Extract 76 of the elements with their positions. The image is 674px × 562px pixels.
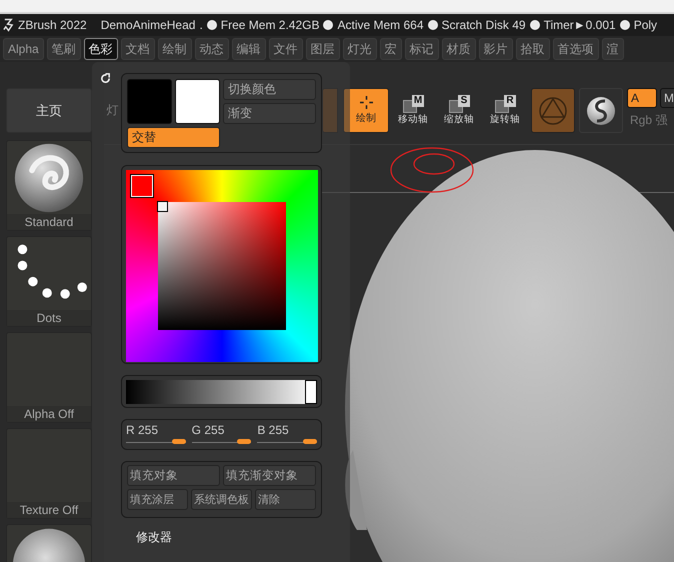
tile-label: Texture Off [7,502,91,518]
status-dot-icon [428,20,438,30]
toolbar-button[interactable]: 灯 [105,88,120,133]
separator-dot: . [199,18,203,32]
slider-thumb[interactable] [172,439,186,444]
modifiers-label[interactable]: 修改器 [136,529,172,546]
status-text: Free Mem 2.42GB [220,18,320,32]
fill-button[interactable]: 清除 [255,489,316,510]
status-text: Active Mem 664 [337,18,424,32]
primary-color-swatch[interactable] [127,79,172,124]
picker-handle[interactable] [157,201,168,212]
status-text: Timer►0.001 [544,18,616,32]
mode-toggle[interactable]: M [660,88,674,108]
panel-button[interactable]: 切换颜色 [223,79,316,100]
axis-button[interactable]: R 旋转轴 [483,88,527,133]
menu-tab[interactable]: 色彩 [84,38,118,60]
menu-tab[interactable]: 编辑 [232,38,266,60]
menu-tab[interactable]: 文档 [120,38,155,60]
tile-label: Alpha Off [7,406,91,422]
menu-tab[interactable]: 灯光 [342,38,377,60]
menu-tab[interactable]: 文件 [268,38,303,60]
tool-tile[interactable]: Alpha Off [6,332,92,423]
status-dot-icon [530,20,540,30]
status-text: Poly [634,18,658,32]
axis-button[interactable]: M 移动轴 [391,88,435,133]
fill-button[interactable]: 填充渐变对象 [223,465,316,486]
menu-tab[interactable]: 标记 [404,38,439,60]
slider-thumb[interactable] [303,439,318,444]
menu-tab[interactable]: 影片 [478,38,513,60]
channel-value: R 255 [126,423,160,437]
menu-tab[interactable]: 拾取 [516,38,550,60]
brightness-slider[interactable] [126,380,317,404]
menu-tab[interactable]: 绘制 [158,38,192,60]
menu-tab[interactable]: 首选项 [552,38,599,60]
menu-tab[interactable]: 图层 [306,38,340,60]
draw-button[interactable]: 绘制 [343,88,389,133]
status-dot-icon [206,20,217,30]
rgb-intensity-label: Rgb 强 [629,112,668,129]
document-name: DemoAnimeHead [100,18,196,32]
status-dot-icon [620,20,630,30]
brush-cursor-icon [390,147,474,193]
panel-button[interactable]: 渐变 [223,103,316,124]
s-sphere-icon [586,96,616,126]
menu-tab[interactable]: Alpha [3,38,44,60]
menu-tab[interactable]: 宏 [380,38,402,60]
logo-icon [3,18,14,32]
fill-button[interactable]: 填充对象 [127,465,220,486]
tool-tile[interactable]: Standard [6,140,92,231]
triangle-sphere-icon [538,96,568,126]
axis-button[interactable]: S 缩放轴 [437,88,481,133]
tile-label: Standard [7,214,91,230]
material-button[interactable] [579,88,623,133]
menu-tab[interactable]: 渲 [602,38,624,60]
status-text: Scratch Disk 49 [442,18,526,32]
fill-button[interactable]: 系统调色板 [191,489,252,510]
app-title: ZBrush 2022 [18,18,87,32]
tool-tile[interactable]: Texture Off [6,428,92,519]
menu-tab[interactable]: 动态 [194,38,229,60]
slider-thumb[interactable] [237,439,252,444]
channel-value: B 255 [257,423,290,437]
fill-button[interactable]: 填充涂层 [127,489,188,510]
color-picker[interactable] [126,170,318,362]
home-button[interactable]: 主页 [6,88,92,133]
menu-tab[interactable]: 材质 [442,38,476,60]
slider-thumb[interactable] [305,380,317,404]
status-dot-icon [323,20,334,30]
secondary-color-swatch[interactable] [175,79,220,124]
tool-tile[interactable] [6,524,92,562]
refresh-icon[interactable] [100,73,111,84]
mode-toggle[interactable]: A [627,88,657,108]
crosshair-icon [360,96,372,109]
tool-tile[interactable]: Dots [6,236,92,327]
channel-value: G 255 [192,423,226,437]
alternate-button[interactable]: 交替 [127,127,220,148]
tile-label: Dots [7,310,91,326]
menu-tab[interactable]: 笔刷 [46,38,81,60]
